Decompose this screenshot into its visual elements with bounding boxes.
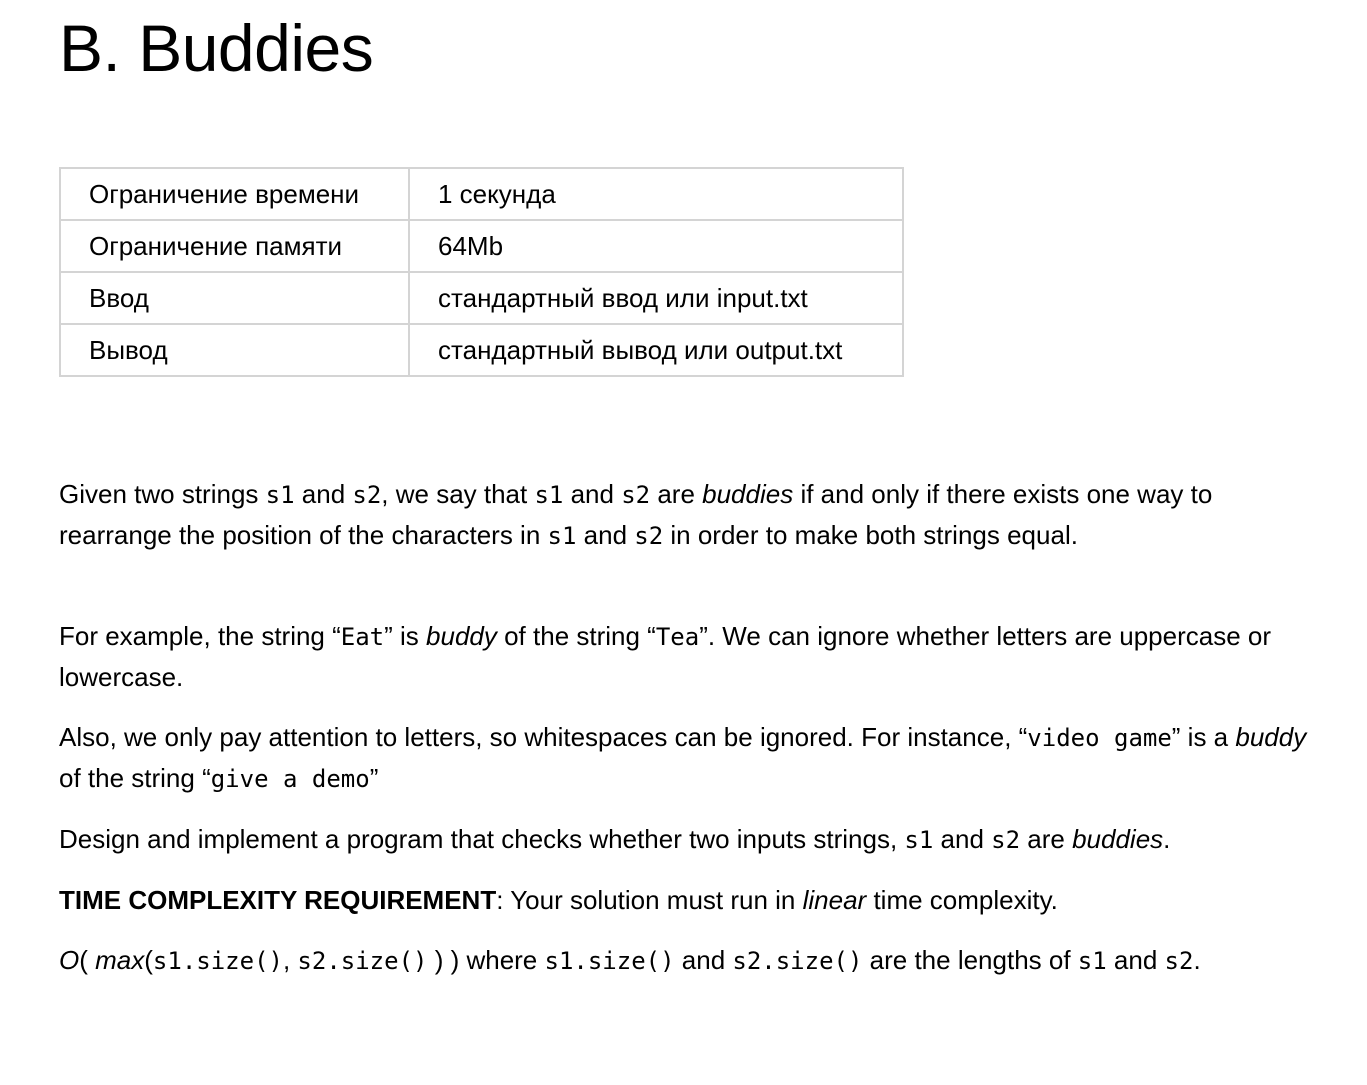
limit-label: Вывод: [59, 323, 410, 377]
text: and: [294, 479, 353, 509]
code-inline: s2: [621, 481, 651, 509]
emphasis: max: [95, 945, 145, 975]
limits-row: Ограничение памяти 64Mb: [59, 219, 904, 273]
text: : Your solution must run in: [496, 885, 803, 915]
code-inline: give a demo: [210, 765, 370, 793]
statement-paragraph-whitespace: Also, we only pay attention to letters, …: [59, 717, 1314, 799]
text: ) ) where: [427, 945, 545, 975]
code-inline: s1: [547, 522, 577, 550]
code-inline: s1: [1077, 947, 1107, 975]
emphasis: buddy: [426, 621, 497, 651]
code-inline: Eat: [340, 623, 385, 651]
emphasis: linear: [802, 885, 867, 915]
text: of the string “: [496, 621, 656, 651]
text: of the string “: [59, 763, 211, 793]
limits-row: Вывод стандартный вывод или output.txt: [59, 323, 904, 377]
limit-label: Ограничение памяти: [59, 219, 410, 273]
text: For example, the string “: [59, 621, 341, 651]
code-inline: s1.size(): [544, 947, 675, 975]
emphasis: buddy: [1235, 722, 1307, 752]
statement-paragraph-example: For example, the string “Eat” is buddy o…: [59, 616, 1314, 697]
code-inline: s2: [634, 522, 664, 550]
text: ” is: [384, 621, 427, 651]
text: and: [933, 824, 992, 854]
text: (: [144, 945, 153, 975]
statement-paragraph-requirement: TIME COMPLEXITY REQUIREMENT: Your soluti…: [59, 880, 1314, 920]
code-inline: video game: [1027, 724, 1172, 752]
limit-value: 64Mb: [408, 219, 904, 273]
code-inline: s1: [534, 481, 564, 509]
code-inline: s1: [904, 826, 934, 854]
text: , we say that: [381, 479, 535, 509]
text: and: [674, 945, 733, 975]
text: Also, we only pay attention to letters, …: [59, 722, 1028, 752]
requirement-heading: TIME COMPLEXITY REQUIREMENT: [59, 885, 497, 915]
statement-paragraph-complexity: O( max(s1.size(), s2.size() ) ) where s1…: [59, 940, 1314, 981]
text: .: [1163, 824, 1171, 854]
statement-paragraph-definition: Given two strings s1 and s2, we say that…: [59, 474, 1314, 556]
text: Design and implement a program that chec…: [59, 824, 905, 854]
emphasis: buddies: [1072, 824, 1164, 854]
limit-label: Ограничение времени: [59, 167, 410, 221]
text: .: [1193, 945, 1201, 975]
limits-row: Ввод стандартный ввод или input.txt: [59, 271, 904, 325]
text: are: [650, 479, 703, 509]
code-inline: s2: [1164, 947, 1194, 975]
text: in order to make both strings equal.: [663, 520, 1078, 550]
code-inline: s1.size(): [152, 947, 283, 975]
text: Given two strings: [59, 479, 266, 509]
text: are: [1020, 824, 1073, 854]
emphasis: O: [59, 945, 80, 975]
text: and: [1106, 945, 1165, 975]
code-inline: s2: [352, 481, 382, 509]
text: and: [576, 520, 635, 550]
limit-label: Ввод: [59, 271, 410, 325]
code-inline: s2: [991, 826, 1021, 854]
limit-value: стандартный ввод или input.txt: [408, 271, 904, 325]
text: ” is a: [1171, 722, 1236, 752]
limit-value: 1 секунда: [408, 167, 904, 221]
limit-value: стандартный вывод или output.txt: [408, 323, 904, 377]
code-inline: s2.size(): [297, 947, 428, 975]
text: (: [79, 945, 96, 975]
text: are the lengths of: [862, 945, 1078, 975]
code-inline: s2.size(): [732, 947, 863, 975]
text: ”: [369, 763, 379, 793]
limits-row: Ограничение времени 1 секунда: [59, 167, 904, 221]
problem-statement: Given two strings s1 and s2, we say that…: [59, 474, 1314, 981]
code-inline: s1: [265, 481, 295, 509]
text: time complexity.: [866, 885, 1058, 915]
statement-paragraph-task: Design and implement a program that chec…: [59, 819, 1314, 860]
emphasis: buddies: [702, 479, 794, 509]
code-inline: Tea: [655, 623, 700, 651]
text: and: [563, 479, 622, 509]
limits-table: Ограничение времени 1 секунда Ограничени…: [59, 167, 904, 377]
text: ,: [282, 945, 298, 975]
problem-title: B. Buddies: [59, 11, 374, 85]
